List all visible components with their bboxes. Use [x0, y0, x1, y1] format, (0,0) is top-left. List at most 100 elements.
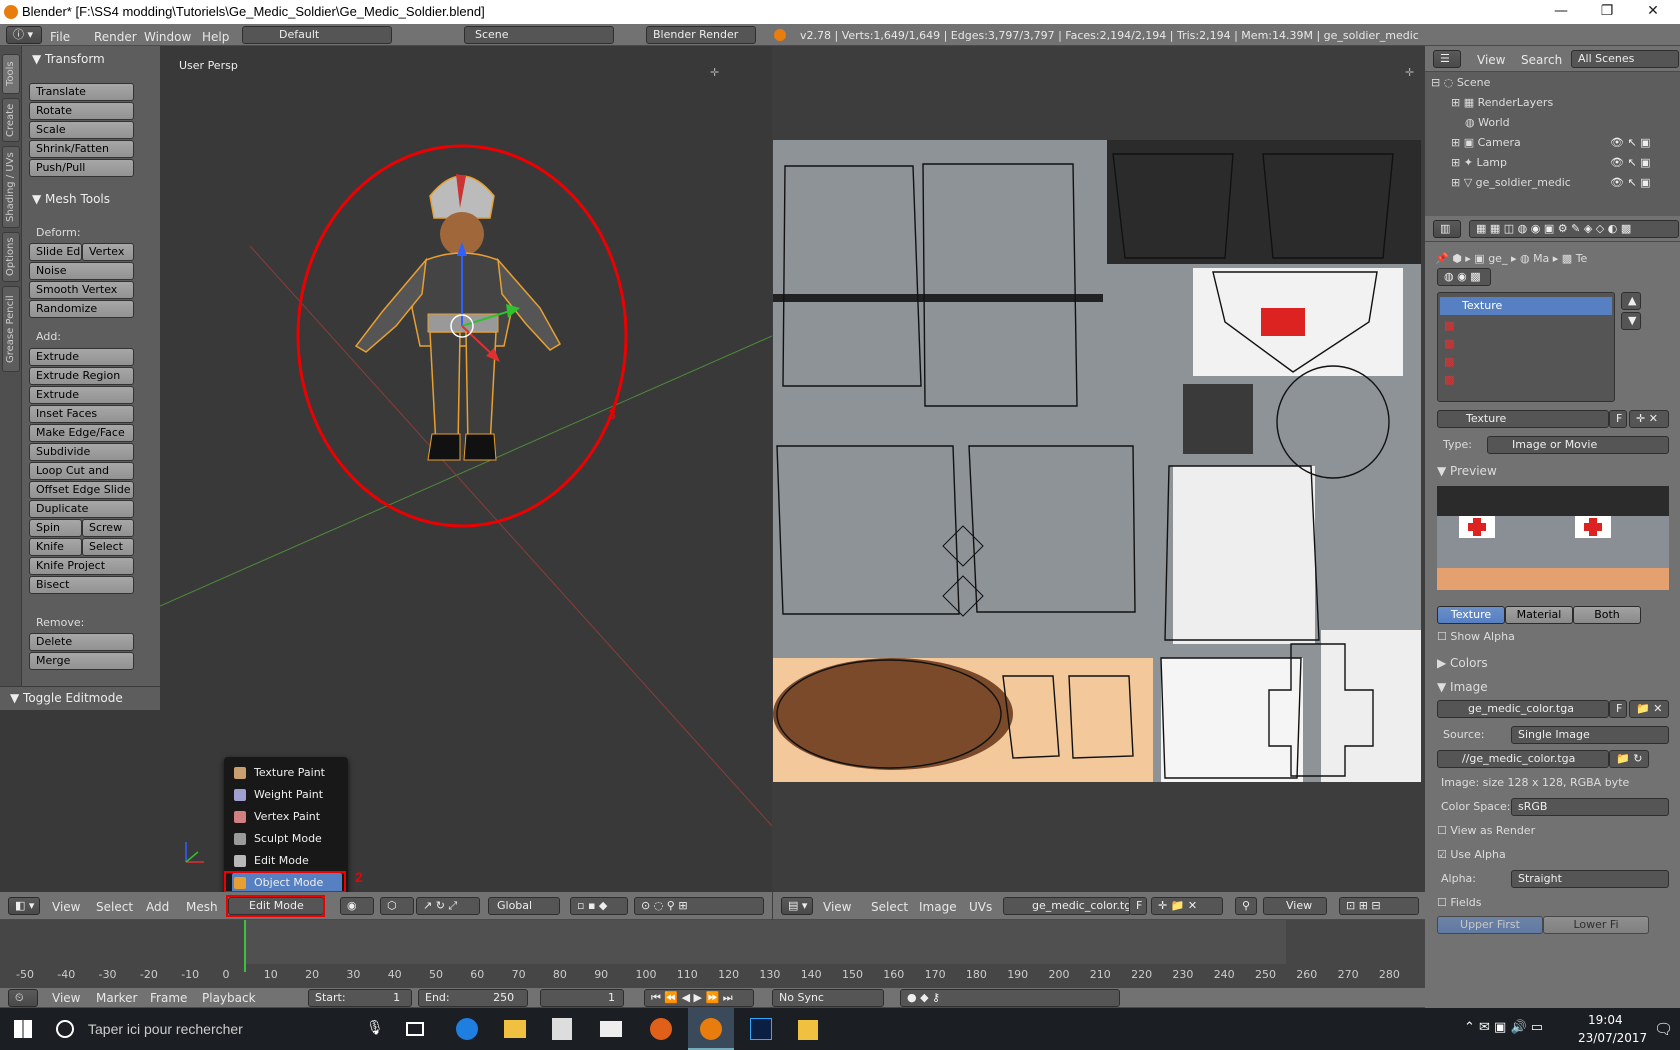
- tab-options[interactable]: Options: [2, 232, 20, 282]
- menu-item-vertex-paint[interactable]: Vertex Paint: [232, 807, 342, 827]
- menu-item-texture-paint[interactable]: Texture Paint: [232, 763, 342, 783]
- image-name-field[interactable]: ge_medic_color.tga: [1437, 700, 1609, 718]
- timeline-menu-marker[interactable]: Marker: [96, 991, 137, 1005]
- minimize-button[interactable]: —: [1538, 0, 1584, 24]
- upper-first-button[interactable]: Upper First: [1437, 916, 1543, 934]
- texture-slot-active[interactable]: Texture: [1440, 297, 1612, 315]
- select-mode-buttons[interactable]: ▫ ▪ ◆: [570, 897, 628, 915]
- properties-context-tabs[interactable]: ▦ ▦ ◫ ◍ ◉ ▣ ⚙ ✎ ◈ ◇ ◐ ▩: [1469, 220, 1679, 238]
- preview-tab-material[interactable]: Material: [1505, 606, 1573, 624]
- empty-slot-icon[interactable]: ▩: [1444, 355, 1454, 368]
- bisect-button[interactable]: Bisect: [29, 576, 134, 594]
- outliner-item-soldier[interactable]: ⊞ ▽ ge_soldier_medic: [1451, 176, 1571, 189]
- visibility-eye-icon[interactable]: 👁 ↖ ▣: [1610, 156, 1651, 169]
- viewport-shading-select[interactable]: ◉: [340, 897, 374, 915]
- image-open-unlink[interactable]: 📁 ✕: [1629, 700, 1669, 718]
- slide-vertex-button[interactable]: Vertex: [82, 243, 134, 261]
- store-icon[interactable]: [552, 1018, 572, 1040]
- image-source-select[interactable]: Single Image: [1511, 726, 1669, 744]
- visibility-eye-icon[interactable]: 👁 ↖ ▣: [1610, 176, 1651, 189]
- mail-icon[interactable]: [600, 1021, 622, 1037]
- breadcrumb-texture[interactable]: Te: [1576, 252, 1588, 265]
- scale-button[interactable]: Scale: [29, 121, 134, 139]
- image-filepath-field[interactable]: //ge_medic_color.tga: [1437, 750, 1609, 768]
- alpha-mode-select[interactable]: Straight: [1511, 870, 1669, 888]
- preview-tab-both[interactable]: Both: [1573, 606, 1641, 624]
- uv-menu-view[interactable]: View: [823, 900, 851, 914]
- extrude-individual-button[interactable]: Extrude Individual: [29, 386, 134, 417]
- editor-type-3d[interactable]: ◧ ▾: [8, 897, 40, 915]
- outliner-menu-search[interactable]: Search: [1521, 53, 1562, 67]
- uv-expand-icon[interactable]: ✛: [1405, 66, 1414, 79]
- breadcrumb-object[interactable]: ge_: [1488, 252, 1507, 265]
- uv-view-select[interactable]: View: [1263, 897, 1327, 915]
- translate-button[interactable]: Translate: [29, 83, 134, 101]
- slot-move-up-icon[interactable]: ▲: [1621, 292, 1641, 310]
- knife-button[interactable]: Knife: [29, 538, 82, 556]
- fields-checkbox[interactable]: ☐ Fields: [1437, 896, 1481, 909]
- clock-time[interactable]: 19:04: [1588, 1013, 1623, 1027]
- editor-type-timeline[interactable]: ⏲: [8, 989, 38, 1007]
- uv-image-editor[interactable]: ✛: [773, 46, 1425, 892]
- restore-button[interactable]: ❐: [1584, 0, 1630, 24]
- file-explorer-icon[interactable]: [504, 1020, 526, 1038]
- firefox-icon[interactable]: [650, 1018, 672, 1040]
- texture-slots-list[interactable]: Texture ▩ ▩ ▩ ▩: [1437, 292, 1615, 402]
- panel-mesh-tools-title[interactable]: ▼ Mesh Tools: [32, 192, 110, 206]
- filepath-browse-icon[interactable]: 📁 ↻: [1609, 750, 1649, 768]
- current-frame-field[interactable]: 1: [540, 989, 624, 1007]
- task-view-icon[interactable]: [406, 1022, 424, 1036]
- outliner-display-mode[interactable]: All Scenes: [1571, 50, 1679, 68]
- uv-menu-uvs[interactable]: UVs: [969, 900, 992, 914]
- duplicate-button[interactable]: Duplicate: [29, 500, 134, 518]
- menu-item-weight-paint[interactable]: Weight Paint: [232, 785, 342, 805]
- extrude-menu[interactable]: Extrude: [29, 348, 134, 366]
- search-icon[interactable]: [56, 1020, 74, 1038]
- delete-menu[interactable]: Delete: [29, 633, 134, 651]
- use-alpha-checkbox[interactable]: ☑ Use Alpha: [1437, 848, 1506, 861]
- colorspace-select[interactable]: sRGB: [1511, 798, 1669, 816]
- texture-new-unlink[interactable]: ✛ ✕: [1629, 410, 1669, 428]
- timeline-menu-playback[interactable]: Playback: [202, 991, 256, 1005]
- windows-start-icon[interactable]: [14, 1020, 32, 1038]
- subdivide-button[interactable]: Subdivide: [29, 443, 134, 461]
- menu-mesh[interactable]: Mesh: [186, 900, 218, 914]
- editor-type-outliner[interactable]: ☰: [1433, 50, 1461, 68]
- make-edge-face-button[interactable]: Make Edge/Face: [29, 424, 134, 442]
- taskbar-search-text[interactable]: Taper ici pour rechercher: [88, 1021, 243, 1037]
- knife-project-button[interactable]: Knife Project: [29, 557, 134, 575]
- outliner-item-world[interactable]: ◍ World: [1465, 116, 1510, 129]
- tab-grease-pencil[interactable]: Grease Pencil: [2, 286, 20, 372]
- tray-icons[interactable]: ⌃ ✉ ▣ 🔊 ▭: [1464, 1020, 1543, 1035]
- edge-icon[interactable]: [456, 1018, 478, 1040]
- screen-layout-select[interactable]: Default: [242, 26, 392, 44]
- texture-type-select[interactable]: Image or Movie: [1487, 436, 1669, 454]
- sync-mode-select[interactable]: No Sync: [772, 989, 884, 1007]
- slot-move-down-icon[interactable]: ▼: [1621, 312, 1641, 330]
- image-panel-title[interactable]: ▼ Image: [1437, 680, 1488, 694]
- menu-help[interactable]: Help: [202, 30, 229, 44]
- empty-slot-icon[interactable]: ▩: [1444, 373, 1454, 386]
- view-as-render-checkbox[interactable]: ☐ View as Render: [1437, 824, 1535, 837]
- fake-user-toggle[interactable]: F: [1129, 897, 1147, 915]
- colors-panel-title[interactable]: ▶ Colors: [1437, 656, 1488, 670]
- image-actions[interactable]: ✛ 📁 ✕: [1151, 897, 1223, 915]
- microphone-icon[interactable]: 🎙: [366, 1020, 384, 1036]
- menu-file[interactable]: File: [50, 30, 70, 44]
- editor-type-properties[interactable]: ▥: [1433, 220, 1461, 238]
- texture-context-buttons[interactable]: ◍ ◉ ▩: [1437, 268, 1491, 286]
- end-frame-field[interactable]: End: 250: [418, 989, 528, 1007]
- editor-type-image[interactable]: ▤ ▾: [781, 897, 813, 915]
- tab-create[interactable]: Create: [2, 98, 20, 142]
- preview-tab-texture[interactable]: Texture: [1437, 606, 1505, 624]
- loop-cut-slide-button[interactable]: Loop Cut and Slide: [29, 462, 134, 493]
- timeline[interactable]: -50 -40 -30 -20 -10 0 10 20 30 40 50 60 70 80 90 100 110…: [0, 920, 1425, 988]
- show-alpha-checkbox[interactable]: ☐ Show Alpha: [1437, 630, 1515, 643]
- playback-controls[interactable]: ⏮ ⏪ ◀ ▶ ⏩ ⏭: [644, 989, 754, 1007]
- outliner-item-renderlayers[interactable]: ⊞ ▦ RenderLayers: [1451, 96, 1553, 109]
- texture-name-field[interactable]: Texture: [1437, 410, 1609, 428]
- uv-menu-image[interactable]: Image: [919, 900, 957, 914]
- outliner-item-lamp[interactable]: ⊞ ✦ Lamp: [1451, 156, 1507, 169]
- randomize-button[interactable]: Randomize: [29, 300, 134, 318]
- knife-select-button[interactable]: Select: [82, 538, 134, 556]
